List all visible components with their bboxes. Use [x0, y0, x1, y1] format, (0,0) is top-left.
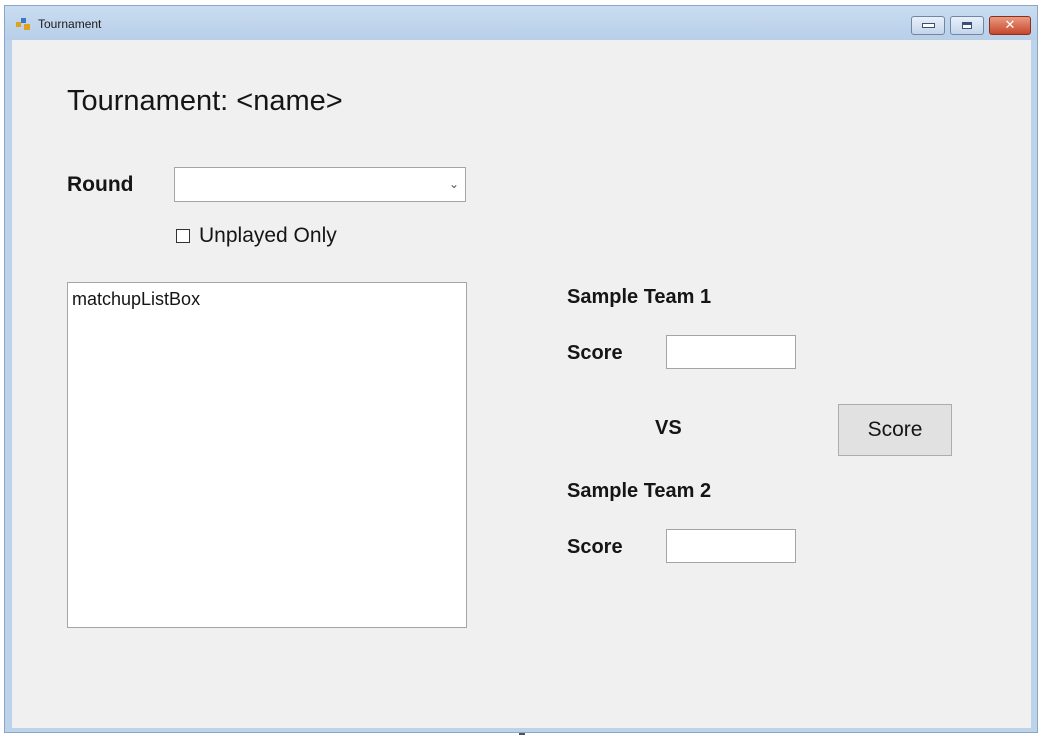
- team-two-score-input[interactable]: [666, 529, 796, 563]
- window-title: Tournament: [38, 17, 102, 31]
- close-icon: ✕: [1004, 18, 1016, 33]
- round-dropdown[interactable]: ⌄: [174, 167, 466, 202]
- resize-tick: [519, 733, 525, 735]
- maximize-button[interactable]: [950, 16, 984, 35]
- matchup-list-box[interactable]: matchupListBox: [67, 282, 467, 628]
- form-client-area: Tournament: <name> Round ⌄ Unplayed Only…: [12, 40, 1031, 728]
- close-button[interactable]: ✕: [989, 16, 1031, 35]
- unplayed-only-label: Unplayed Only: [199, 224, 337, 247]
- score-button[interactable]: Score: [838, 404, 952, 456]
- unplayed-only-checkbox[interactable]: Unplayed Only: [176, 224, 337, 248]
- list-item[interactable]: matchupListBox: [72, 289, 200, 310]
- checkbox-box[interactable]: [176, 229, 190, 243]
- round-label: Round: [67, 173, 134, 196]
- title-bar[interactable]: Tournament ✕: [5, 6, 1037, 40]
- minimize-icon: [921, 23, 935, 28]
- team-one-score-label: Score: [567, 342, 623, 364]
- chevron-down-icon: ⌄: [448, 177, 459, 191]
- vs-label: VS: [655, 417, 682, 439]
- tournament-heading: Tournament: <name>: [67, 85, 343, 117]
- team-two-score-label: Score: [567, 536, 623, 558]
- team-one-name: Sample Team 1: [567, 286, 712, 308]
- maximize-icon: [962, 22, 972, 29]
- minimize-button[interactable]: [911, 16, 945, 35]
- team-one-score-input[interactable]: [666, 335, 796, 369]
- tournament-window: Tournament ✕ Tournament: <name> Round ⌄ …: [4, 5, 1038, 733]
- app-icon: [16, 18, 30, 30]
- team-two-name: Sample Team 2: [567, 480, 712, 502]
